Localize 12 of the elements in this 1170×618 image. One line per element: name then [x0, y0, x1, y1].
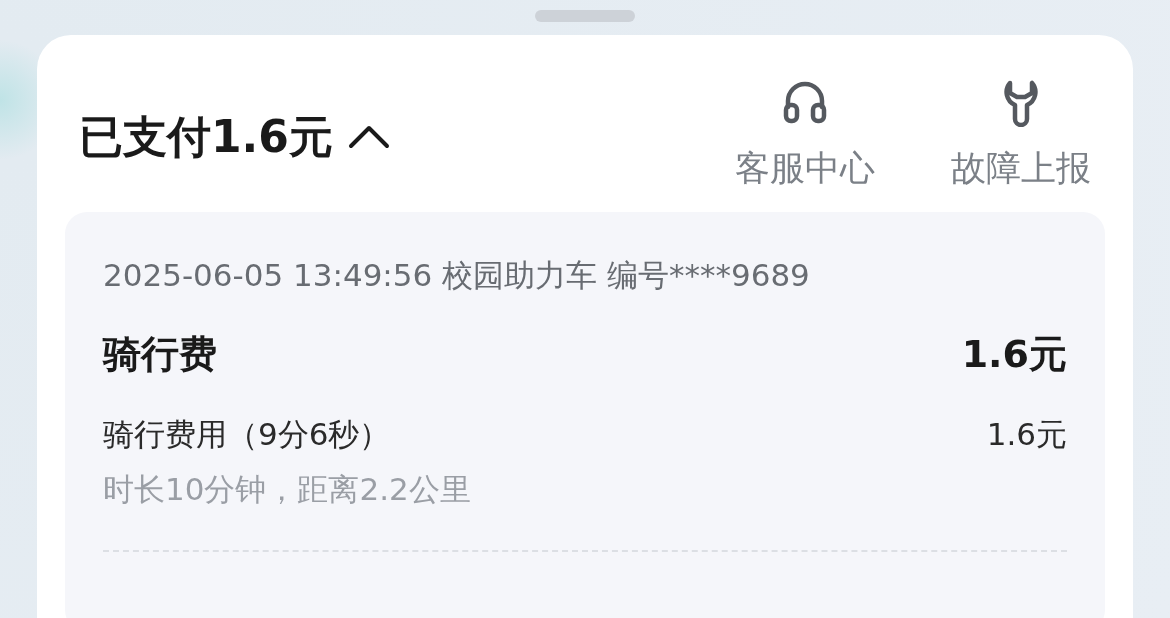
fee-item-note: 时长10分钟，距离2.2公里	[103, 469, 472, 509]
payment-status-title: 已支付1.6元	[79, 111, 333, 164]
action-button[interactable]: 故障上报	[951, 77, 1091, 188]
fee-item-label: 骑行费用（9分6秒）	[103, 415, 391, 454]
action-label: 故障上报	[951, 149, 1091, 188]
fee-title: 骑行费	[103, 331, 217, 378]
fee-total: 1.6元	[961, 331, 1067, 378]
fee-item-amount: 1.6元	[986, 415, 1067, 454]
order-info: 2025-06-05 13:49:56 校园助力车 编号****9689	[103, 255, 811, 295]
drag-handle[interactable]	[535, 10, 635, 22]
action-label: 客服中心	[735, 149, 875, 188]
action-button[interactable]: 客服中心	[735, 77, 875, 188]
